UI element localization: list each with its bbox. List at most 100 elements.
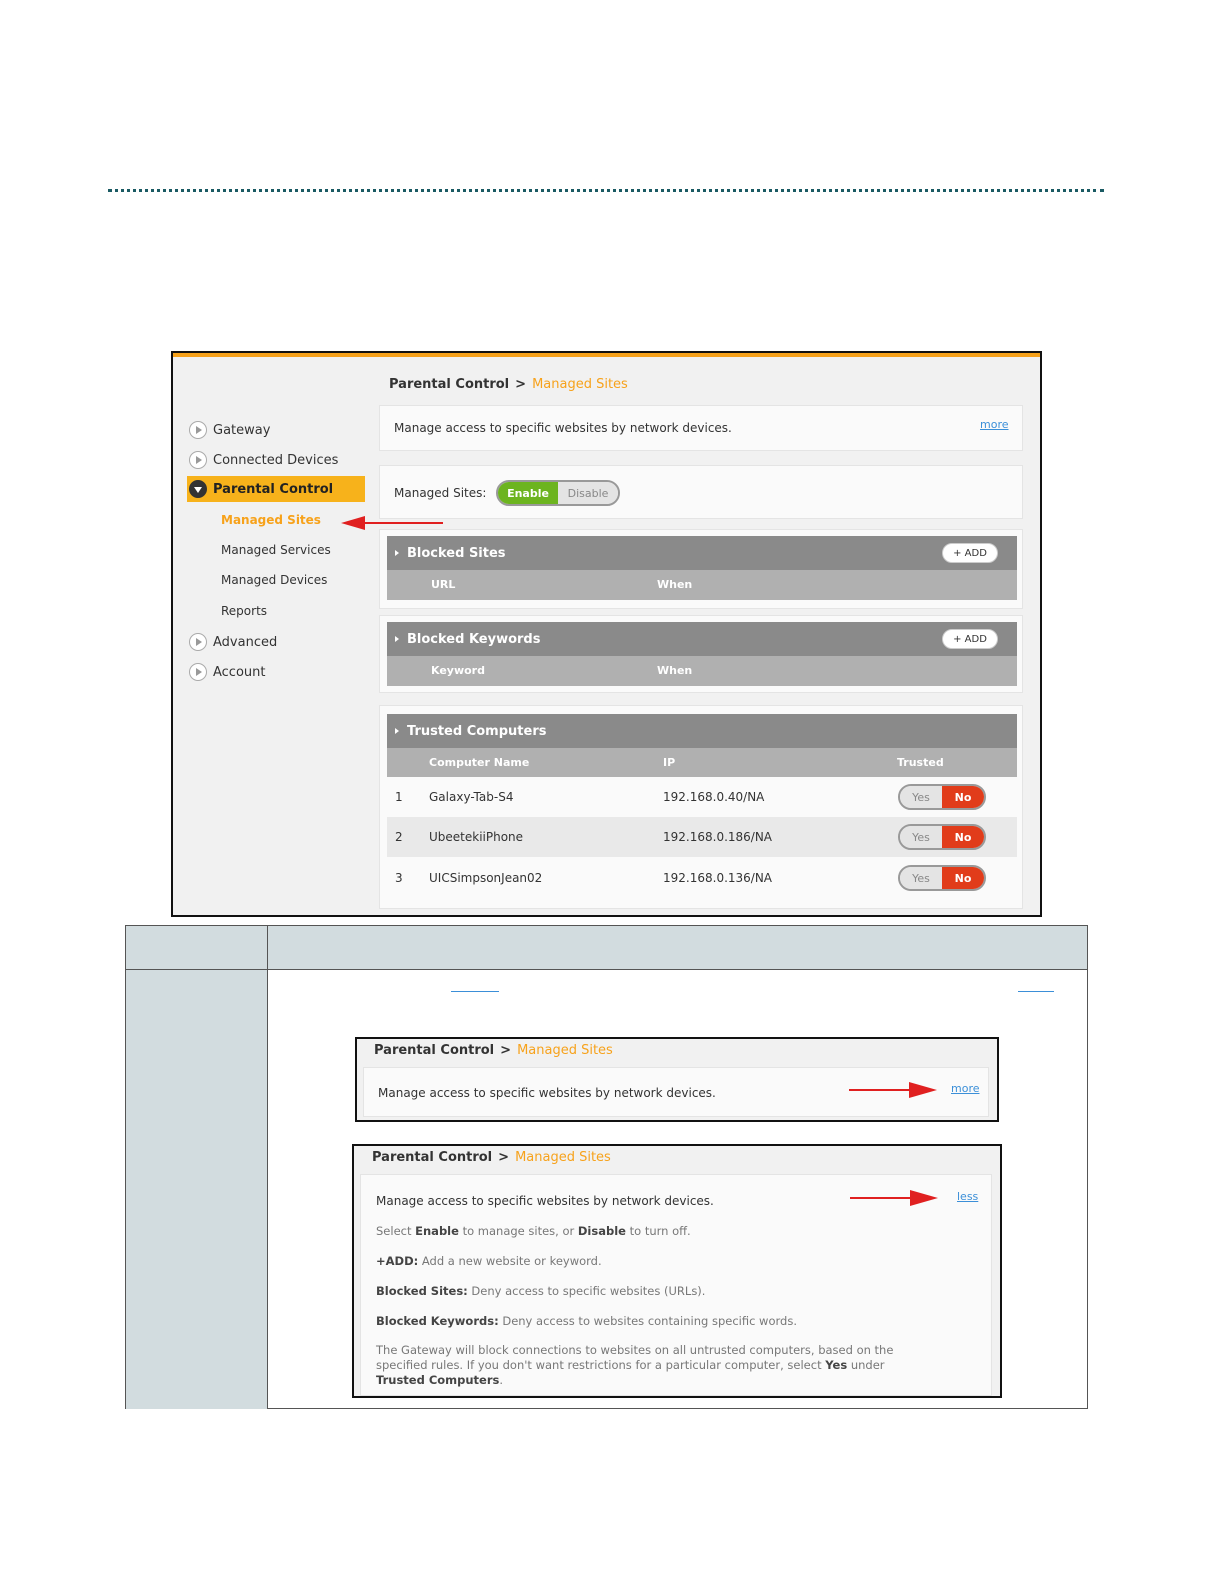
intro-text: Manage access to specific websites by ne…: [378, 1086, 716, 1100]
computer-ip: 192.168.0.186/NA: [663, 830, 773, 844]
row-number: 2: [395, 830, 403, 844]
blocked-sites-title: Blocked Sites: [407, 545, 506, 561]
blocked-keywords-panel: Blocked Keywords + ADD Keyword When: [379, 615, 1023, 693]
sidebar-item-connected-devices[interactable]: Connected Devices: [187, 447, 365, 473]
table-row: 1 Galaxy-Tab-S4 192.168.0.40/NA Yes No: [387, 777, 1017, 817]
col-keyword: Keyword: [431, 664, 485, 677]
help-line-add: +ADD: Add a new website or keyword.: [376, 1254, 602, 1268]
trusted-switch[interactable]: Yes No: [898, 865, 986, 891]
help-line-gateway-a: The Gateway will block connections to we…: [376, 1343, 894, 1357]
trusted-switch[interactable]: Yes No: [898, 784, 986, 810]
trusted-computers-header[interactable]: Trusted Computers: [387, 714, 1017, 748]
link-underline: [1018, 991, 1054, 992]
sidebar-item-label: Account: [213, 664, 266, 680]
no-option[interactable]: No: [942, 786, 984, 808]
breadcrumb: Parental Control > Managed Sites: [372, 1150, 611, 1165]
breadcrumb-separator: >: [515, 377, 527, 392]
play-circle-icon: [189, 451, 207, 469]
col-url: URL: [431, 578, 456, 591]
blocked-keywords-header[interactable]: Blocked Keywords: [387, 622, 1017, 656]
yes-option[interactable]: Yes: [900, 867, 942, 889]
help-line-blocked-keywords: Blocked Keywords: Deny access to website…: [376, 1314, 797, 1328]
sidebar-item-label: Connected Devices: [213, 452, 339, 468]
link-underline: [451, 991, 499, 992]
computer-name: UICSimpsonJean02: [429, 871, 543, 885]
yes-option[interactable]: Yes: [900, 826, 942, 848]
play-circle-icon: [189, 633, 207, 651]
more-link[interactable]: more: [980, 418, 1009, 431]
computer-ip: 192.168.0.40/NA: [663, 790, 765, 804]
sidebar-subitem-managed-devices[interactable]: Managed Devices: [221, 573, 327, 587]
disable-option[interactable]: Disable: [558, 482, 618, 504]
row-number: 1: [395, 790, 403, 804]
blocked-sites-header[interactable]: Blocked Sites: [387, 536, 1017, 570]
sidebar-item-label: Gateway: [213, 422, 271, 438]
breadcrumb-section: Parental Control: [372, 1150, 493, 1165]
less-link[interactable]: less: [957, 1190, 978, 1203]
blocked-keywords-columns: Keyword When: [387, 656, 1017, 686]
table-row: 2 UbeetekiiPhone 192.168.0.186/NA Yes No: [387, 817, 1017, 857]
breadcrumb-section: Parental Control: [374, 1043, 495, 1058]
description-table-label-column: [126, 970, 267, 1409]
add-blocked-keyword-button[interactable]: + ADD: [942, 629, 998, 649]
breadcrumb-current: Managed Sites: [515, 1150, 611, 1165]
red-arrow-icon: [850, 1190, 938, 1206]
blocked-sites-panel: Blocked Sites + ADD URL When: [379, 529, 1023, 609]
dotted-divider: [108, 189, 1104, 192]
intro-panel: Manage access to specific websites by ne…: [379, 405, 1023, 451]
column-divider: [267, 926, 268, 1408]
sidebar-subitem-managed-sites[interactable]: Managed Sites: [221, 513, 321, 527]
help-line-blocked-sites: Blocked Sites: Deny access to specific w…: [376, 1284, 706, 1298]
breadcrumb: Parental Control > Managed Sites: [389, 377, 628, 392]
computer-name: Galaxy-Tab-S4: [429, 790, 514, 804]
col-computer-name: Computer Name: [429, 756, 530, 769]
breadcrumb-separator: >: [498, 1150, 510, 1165]
sidebar-item-gateway[interactable]: Gateway: [187, 417, 365, 443]
table-row: 3 UICSimpsonJean02 192.168.0.136/NA Yes …: [387, 858, 1017, 898]
red-arrow-icon: [849, 1082, 937, 1098]
no-option[interactable]: No: [942, 867, 984, 889]
managed-sites-panel: Managed Sites: Enable Disable: [379, 465, 1023, 519]
help-line-gateway-b: specified rules. If you don't want restr…: [376, 1358, 885, 1372]
trusted-computers-columns: Computer Name IP Trusted: [387, 748, 1017, 777]
computer-name: UbeetekiiPhone: [429, 830, 524, 844]
sidebar-item-label: Advanced: [213, 634, 278, 650]
col-ip: IP: [663, 756, 676, 769]
add-blocked-site-button[interactable]: + ADD: [942, 543, 998, 563]
col-when: When: [657, 664, 693, 677]
col-when: When: [657, 578, 693, 591]
breadcrumb-separator: >: [500, 1043, 512, 1058]
breadcrumb-current: Managed Sites: [517, 1043, 613, 1058]
sidebar-item-label: Parental Control: [213, 481, 334, 497]
expanded-help-screenshot: Parental Control > Managed Sites Manage ac…: [352, 1144, 1002, 1398]
play-circle-icon: [189, 421, 207, 439]
enable-option[interactable]: Enable: [498, 482, 558, 504]
intro-text: Manage access to specific websites by ne…: [394, 421, 732, 435]
caret-right-icon: [395, 550, 399, 556]
blocked-keywords-title: Blocked Keywords: [407, 631, 541, 647]
help-line-gateway-c: Trusted Computers.: [376, 1373, 504, 1387]
trusted-switch[interactable]: Yes No: [898, 824, 986, 850]
breadcrumb-section[interactable]: Parental Control: [389, 377, 509, 392]
sidebar-item-advanced[interactable]: Advanced: [187, 629, 365, 655]
sidebar-item-account[interactable]: Account: [187, 659, 365, 685]
more-link[interactable]: more: [951, 1082, 980, 1095]
collapsed-help-screenshot: Parental Control > Managed Sites Manage ac…: [355, 1037, 999, 1122]
caret-right-icon: [395, 636, 399, 642]
managed-sites-label: Managed Sites:: [394, 486, 487, 500]
yes-option[interactable]: Yes: [900, 786, 942, 808]
no-option[interactable]: No: [942, 826, 984, 848]
description-table-header: [126, 926, 1087, 970]
play-circle-icon: [189, 663, 207, 681]
parental-control-screenshot: Parental Control > Managed Sites Gateway C…: [171, 351, 1042, 917]
blocked-sites-columns: URL When: [387, 570, 1017, 600]
row-number: 3: [395, 871, 403, 885]
help-line-enable: Select Enable to manage sites, or Disabl…: [376, 1224, 691, 1238]
sidebar-subitem-managed-services[interactable]: Managed Services: [221, 543, 331, 557]
managed-sites-switch[interactable]: Enable Disable: [496, 480, 620, 506]
sidebar-item-parental-control[interactable]: Parental Control: [187, 476, 365, 502]
sidebar-subitem-reports[interactable]: Reports: [221, 604, 267, 618]
col-trusted: Trusted: [897, 756, 944, 769]
caret-right-icon: [395, 728, 399, 734]
intro-text: Manage access to specific websites by ne…: [376, 1194, 714, 1208]
